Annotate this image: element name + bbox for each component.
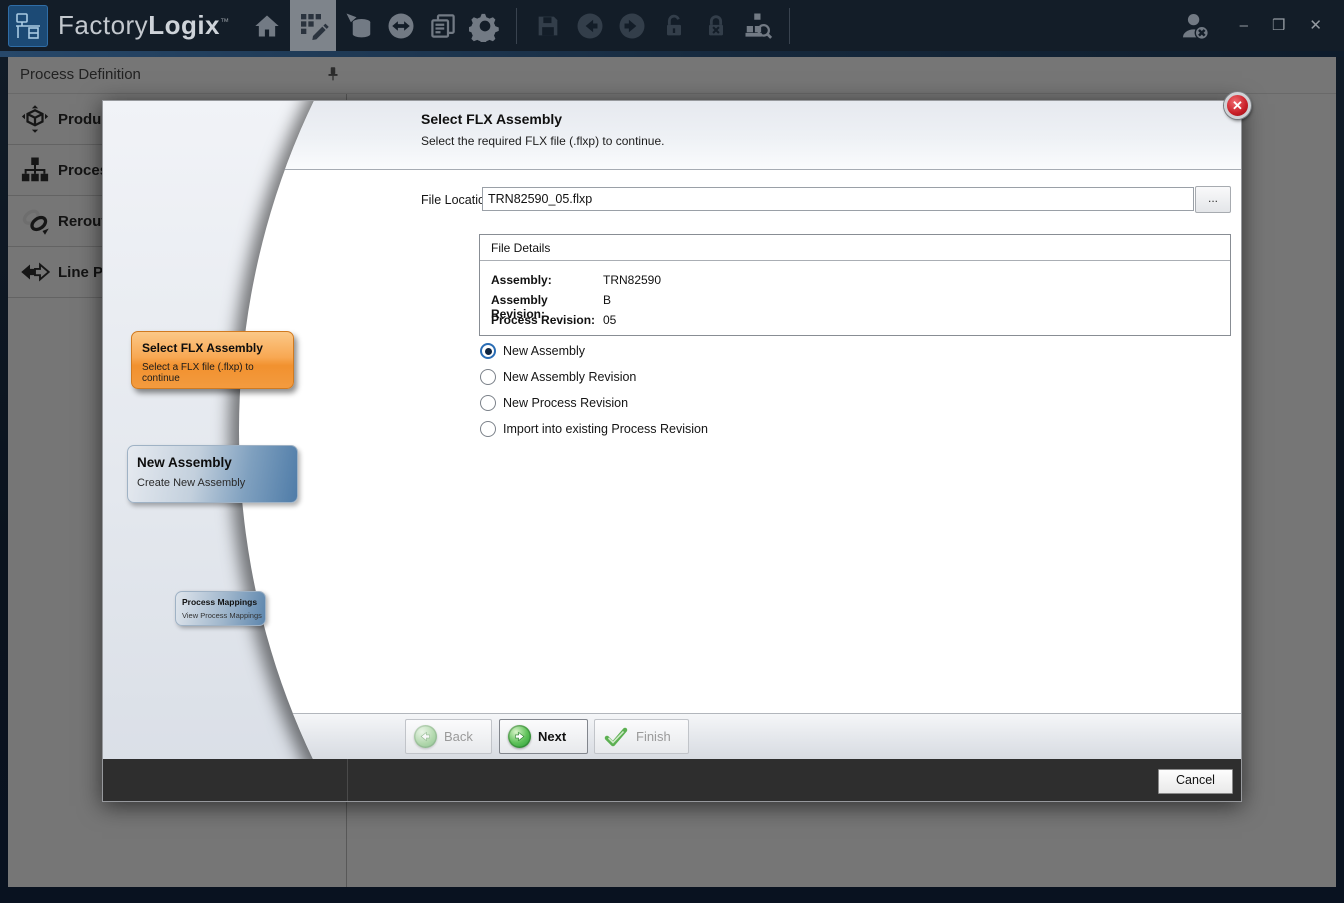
detail-row-process-revision: Process Revision: 05 xyxy=(491,313,616,327)
workstation-logo-icon xyxy=(15,12,41,40)
step-subtitle: Create New Assembly xyxy=(137,477,297,489)
line-process-icon xyxy=(20,257,50,287)
radio-selected-icon[interactable] xyxy=(480,343,496,359)
minimize-button[interactable]: – xyxy=(1240,18,1248,33)
radio-icon[interactable] xyxy=(480,421,496,437)
finish-button[interactable]: Finish xyxy=(594,719,689,754)
detail-row-assembly: Assembly: TRN82590 xyxy=(491,273,661,287)
navigate-back-icon[interactable] xyxy=(571,4,609,48)
step-subtitle: View Process Mappings xyxy=(182,611,265,620)
step-subtitle: Select a FLX file (.flxp) to continue xyxy=(142,362,293,384)
sidebar-item-label: Rerout xyxy=(58,213,106,230)
browse-button[interactable]: ... xyxy=(1195,186,1231,213)
product-icon xyxy=(20,104,50,134)
file-location-input[interactable] xyxy=(482,187,1194,211)
detail-value: 05 xyxy=(603,313,616,327)
step-title: Process Mappings xyxy=(182,597,265,607)
close-window-button[interactable]: ✕ xyxy=(1309,18,1322,33)
select-flx-assembly-dialog: Select FLX Assembly Select the required … xyxy=(102,100,1242,802)
back-button[interactable]: Back xyxy=(405,719,492,754)
next-label: Next xyxy=(538,729,566,744)
finish-check-icon xyxy=(603,725,629,749)
dialog-surface: Select FLX Assembly Select the required … xyxy=(103,101,1241,801)
user-logout-icon[interactable] xyxy=(1176,4,1214,48)
unlock-icon[interactable] xyxy=(655,4,693,48)
option-label: Import into existing Process Revision xyxy=(503,422,708,436)
navigate-forward-icon[interactable] xyxy=(613,4,651,48)
toolbar-divider xyxy=(789,8,790,44)
next-button[interactable]: Next xyxy=(499,719,588,754)
dialog-subtitle: Select the required FLX file (.flxp) to … xyxy=(421,134,664,148)
toolbar-right-group: – ❒ ✕ xyxy=(1174,4,1344,48)
dialog-title: Select FLX Assembly xyxy=(421,111,562,127)
import-data-icon[interactable] xyxy=(340,4,378,48)
documents-icon[interactable] xyxy=(424,4,462,48)
save-icon[interactable] xyxy=(529,4,567,48)
cancel-button[interactable]: Cancel xyxy=(1158,769,1233,794)
reroute-links-icon xyxy=(20,206,50,236)
process-tree-icon xyxy=(20,155,50,185)
panel-title: Process Definition xyxy=(20,66,141,83)
option-label: New Process Revision xyxy=(503,396,628,410)
maximize-button[interactable]: ❒ xyxy=(1272,18,1285,33)
detail-value: TRN82590 xyxy=(603,273,661,287)
step-card-select-flx-assembly: Select FLX Assembly Select a FLX file (.… xyxy=(131,331,294,389)
search-project-icon[interactable] xyxy=(739,4,777,48)
step-card-process-mappings: Process Mappings View Process Mappings xyxy=(175,591,266,626)
radio-icon[interactable] xyxy=(480,369,496,385)
option-new-assembly-revision[interactable]: New Assembly Revision xyxy=(480,369,636,385)
top-toolbar: FactoryLogix™ xyxy=(0,0,1344,51)
pin-icon[interactable] xyxy=(324,65,344,85)
application-window: FactoryLogix™ xyxy=(0,0,1344,903)
option-label: New Assembly Revision xyxy=(503,370,636,384)
gear-icon[interactable] xyxy=(466,4,504,48)
sync-icon[interactable] xyxy=(382,4,420,48)
groupbox-divider xyxy=(480,260,1230,261)
file-details-title: File Details xyxy=(491,241,550,255)
process-definition-active-tab[interactable] xyxy=(290,0,336,51)
dialog-bottom-bar: Cancel xyxy=(103,759,1241,801)
bottom-bar-divider xyxy=(347,759,348,801)
grid-pencil-icon xyxy=(297,10,329,42)
panel-header-row: Process Definition xyxy=(8,57,1336,94)
back-arrow-icon xyxy=(414,725,437,748)
detail-label: Process Revision: xyxy=(491,313,603,327)
step-title: New Assembly xyxy=(137,455,297,470)
app-logo xyxy=(8,5,48,47)
radio-icon[interactable] xyxy=(480,395,496,411)
option-import-existing[interactable]: Import into existing Process Revision xyxy=(480,421,708,437)
finish-label: Finish xyxy=(636,729,671,744)
brand-title: FactoryLogix™ xyxy=(58,10,230,41)
file-details-groupbox: File Details Assembly: TRN82590 Assembly… xyxy=(479,234,1231,336)
step-card-new-assembly: New Assembly Create New Assembly xyxy=(127,445,298,503)
step-title: Select FLX Assembly xyxy=(142,341,293,355)
option-label: New Assembly xyxy=(503,344,585,358)
option-new-process-revision[interactable]: New Process Revision xyxy=(480,395,628,411)
lock-x-icon[interactable] xyxy=(697,4,735,48)
back-label: Back xyxy=(444,729,473,744)
detail-label: Assembly: xyxy=(491,273,603,287)
home-icon[interactable] xyxy=(248,4,286,48)
option-new-assembly[interactable]: New Assembly xyxy=(480,343,585,359)
sidebar-item-label: Proces xyxy=(58,162,108,179)
toolbar-icon-strip xyxy=(246,0,800,51)
next-arrow-icon xyxy=(508,725,531,748)
toolbar-divider xyxy=(516,8,517,44)
dialog-close-icon[interactable]: ✕ xyxy=(1224,92,1251,119)
